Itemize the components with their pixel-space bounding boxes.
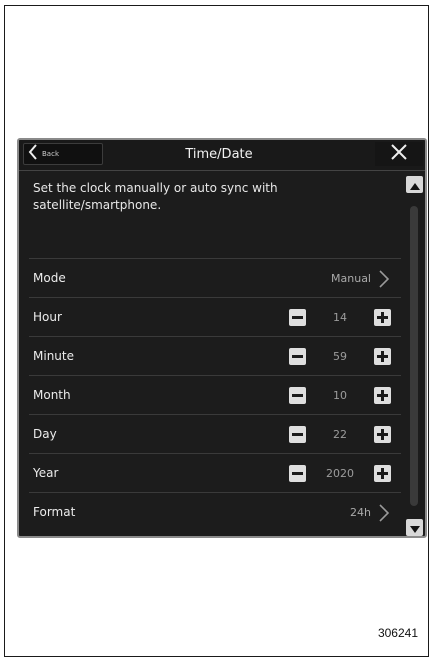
minute-row: Minute 59 bbox=[29, 336, 401, 375]
scroll-down-button[interactable] bbox=[406, 519, 423, 536]
triangle-up-icon bbox=[409, 175, 420, 194]
chevron-left-icon bbox=[28, 144, 38, 164]
description-text: Set the clock manually or auto sync with… bbox=[33, 181, 278, 212]
back-label: Back bbox=[42, 150, 59, 158]
format-value: 24h bbox=[350, 506, 371, 519]
month-decrement-button[interactable] bbox=[289, 387, 306, 404]
settings-list: Mode Manual Hour 14 Minute 59 Month 10 D… bbox=[29, 258, 401, 531]
plus-icon bbox=[377, 308, 388, 327]
day-decrement-button[interactable] bbox=[289, 426, 306, 443]
year-value: 2020 bbox=[326, 467, 354, 480]
hour-row: Hour 14 bbox=[29, 297, 401, 336]
month-label: Month bbox=[33, 388, 71, 402]
scroll-up-button[interactable] bbox=[406, 176, 423, 193]
day-label: Day bbox=[33, 427, 57, 441]
plus-icon bbox=[377, 425, 388, 444]
scroll-track[interactable] bbox=[410, 206, 418, 506]
chevron-right-icon bbox=[377, 504, 391, 522]
chevron-right-icon bbox=[377, 270, 391, 288]
hour-decrement-button[interactable] bbox=[289, 309, 306, 326]
minute-increment-button[interactable] bbox=[374, 348, 391, 365]
minus-icon bbox=[292, 464, 303, 483]
close-icon bbox=[390, 143, 408, 165]
format-row[interactable]: Format 24h bbox=[29, 492, 401, 531]
minute-label: Minute bbox=[33, 349, 74, 363]
hour-label: Hour bbox=[33, 310, 62, 324]
plus-icon bbox=[377, 386, 388, 405]
scrollbar[interactable] bbox=[405, 176, 425, 536]
day-row: Day 22 bbox=[29, 414, 401, 453]
plus-icon bbox=[377, 347, 388, 366]
mode-row[interactable]: Mode Manual bbox=[29, 258, 401, 297]
minute-value: 59 bbox=[333, 350, 347, 363]
minus-icon bbox=[292, 386, 303, 405]
hour-increment-button[interactable] bbox=[374, 309, 391, 326]
month-increment-button[interactable] bbox=[374, 387, 391, 404]
minus-icon bbox=[292, 425, 303, 444]
minute-decrement-button[interactable] bbox=[289, 348, 306, 365]
year-increment-button[interactable] bbox=[374, 465, 391, 482]
back-button[interactable]: Back bbox=[23, 143, 103, 165]
page-title: Time/Date bbox=[185, 147, 253, 162]
title-bar: Back Time/Date bbox=[19, 140, 425, 171]
mode-value: Manual bbox=[331, 272, 371, 285]
day-increment-button[interactable] bbox=[374, 426, 391, 443]
month-row: Month 10 bbox=[29, 375, 401, 414]
plus-icon bbox=[377, 464, 388, 483]
year-decrement-button[interactable] bbox=[289, 465, 306, 482]
mode-label: Mode bbox=[33, 271, 66, 285]
figure-number: 306241 bbox=[377, 626, 418, 640]
minus-icon bbox=[292, 347, 303, 366]
year-label: Year bbox=[33, 466, 59, 480]
triangle-down-icon bbox=[409, 518, 420, 536]
hour-value: 14 bbox=[333, 311, 347, 324]
day-value: 22 bbox=[333, 428, 347, 441]
format-label: Format bbox=[33, 505, 76, 519]
year-row: Year 2020 bbox=[29, 453, 401, 492]
close-button[interactable] bbox=[375, 142, 423, 166]
minus-icon bbox=[292, 308, 303, 327]
month-value: 10 bbox=[333, 389, 347, 402]
time-date-screen: Back Time/Date Set the clock manually or… bbox=[17, 138, 427, 538]
